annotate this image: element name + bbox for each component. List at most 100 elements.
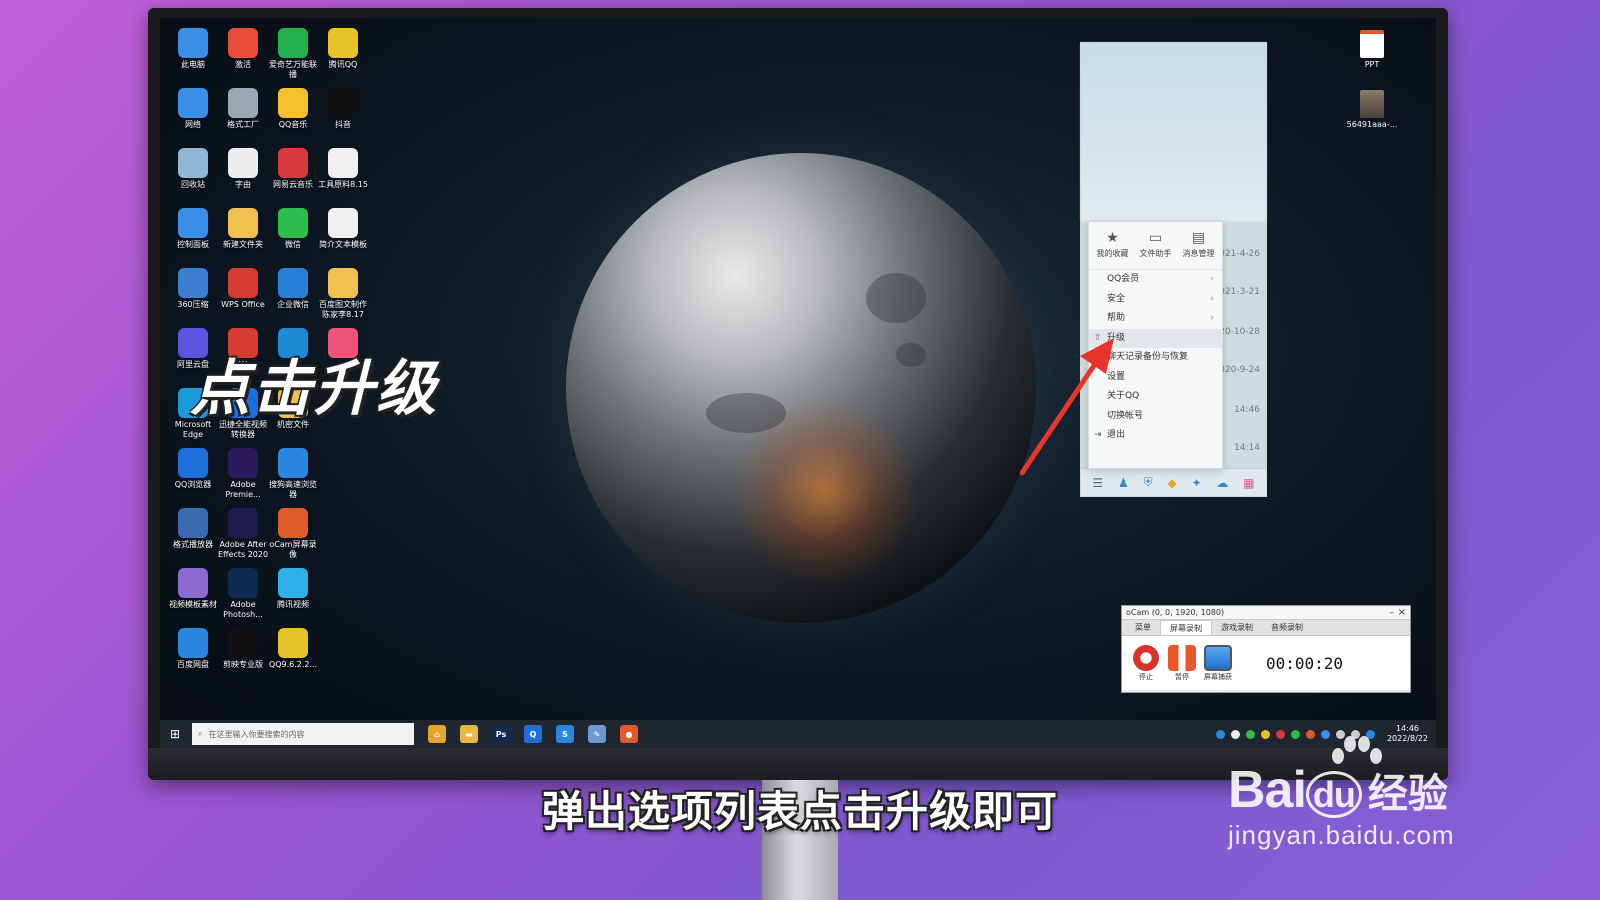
tab-screen-record[interactable]: 屏幕录制 — [1160, 620, 1212, 635]
desktop-icon[interactable]: 新建文件夹 — [216, 208, 270, 250]
taskbar-app-sogou-browser-icon[interactable]: S — [556, 725, 574, 743]
desktop-icon[interactable]: 百度图文制作陈家李8.17 — [316, 268, 370, 320]
watermark-brand-cn: 经验 — [1367, 771, 1448, 817]
desktop-icon-label: 网络 — [185, 120, 201, 129]
desktop-icon[interactable]: 格式工厂 — [216, 88, 270, 130]
desktop-icon[interactable]: 此电脑 — [166, 28, 220, 70]
desktop-icon[interactable]: 搜狗高速浏览器 — [266, 448, 320, 500]
my-favorites-button[interactable]: ★ 我的收藏 — [1093, 230, 1133, 263]
pause-icon — [1168, 644, 1196, 671]
puzzle-icon[interactable]: ✦ — [1192, 476, 1202, 490]
cloud-icon[interactable]: ☁ — [1216, 476, 1228, 490]
desktop-icon[interactable]: 剪映专业版 — [216, 628, 270, 670]
tab-menu[interactable]: 菜单 — [1126, 620, 1160, 635]
app-icon — [328, 28, 358, 58]
ocam-title: oCam (0, 0, 1920, 1080) — [1126, 608, 1225, 617]
app-icon — [328, 148, 358, 178]
desktop-icon[interactable]: 爱奇艺万能联播 — [266, 28, 320, 80]
desktop-icon-label: 激活 — [235, 60, 251, 69]
desktop-icon[interactable]: WPS Office — [216, 268, 270, 310]
file-assistant-button[interactable]: ▭ 文件助手 — [1136, 230, 1176, 263]
desktop-icon[interactable]: 控制面板 — [166, 208, 220, 250]
taskbar-app-photoshop-icon[interactable]: Ps — [492, 725, 510, 743]
desktop-icon[interactable]: Adobe After Effects 2020 — [216, 508, 270, 560]
desktop-icon[interactable]: 激活 — [216, 28, 270, 70]
menu-item-label: 安全 — [1107, 293, 1126, 304]
desktop-icon[interactable]: 视频模板素材 — [166, 568, 220, 610]
app-icon — [328, 88, 358, 118]
app-icon — [328, 268, 358, 298]
desktop-icon-ppt[interactable]: PPT — [1342, 30, 1402, 69]
desktop-icon[interactable]: 网络 — [166, 88, 220, 130]
desktop-icon[interactable]: 腾讯QQ — [316, 28, 370, 70]
desktop-icon[interactable]: 腾讯视频 — [266, 568, 320, 610]
tray-app-icon[interactable] — [1215, 729, 1225, 739]
taskbar-clock[interactable]: 14:46 2022/8/22 — [1387, 724, 1428, 744]
desktop-icon-label: 搜狗高速浏览器 — [269, 480, 317, 499]
taskbar-app-qq-browser-icon[interactable]: Q — [524, 725, 542, 743]
bookmark-icon: ★ — [1106, 230, 1119, 246]
menu-item-help[interactable]: 帮助 › — [1089, 309, 1222, 329]
screen-capture-button[interactable]: 屏幕捕获 — [1200, 644, 1236, 682]
desktop-icon[interactable]: 工具原料8.15 — [316, 148, 370, 190]
desktop-icon[interactable]: Adobe Premie... — [216, 448, 270, 500]
taskbar-app-ocam-icon[interactable]: ● — [620, 725, 638, 743]
tray-app-icon[interactable] — [1275, 729, 1285, 739]
desktop-icon — [316, 568, 370, 600]
desktop-icon[interactable]: 企业微信 — [266, 268, 320, 310]
grid-icon[interactable]: ▦ — [1243, 476, 1254, 490]
desktop-icon[interactable]: 抖音 — [316, 88, 370, 130]
desktop-icon — [316, 508, 370, 540]
desktop-icon[interactable]: 简介文本模板 — [316, 208, 370, 250]
desktop-icon[interactable]: QQ浏览器 — [166, 448, 220, 490]
menu-item-security[interactable]: 安全 › — [1089, 290, 1222, 310]
desktop-icon-label: 腾讯QQ — [328, 60, 358, 69]
desktop-icon-label: 回收站 — [181, 180, 205, 189]
windows-start-icon[interactable]: ⊞ — [160, 727, 190, 741]
tab-game-record[interactable]: 游戏录制 — [1212, 620, 1262, 635]
menu-item-qq-vip[interactable]: QQ会员 › — [1089, 270, 1222, 290]
desktop-icon[interactable]: QQ音乐 — [266, 88, 320, 130]
pause-button[interactable]: 暂停 — [1164, 644, 1200, 682]
desktop-icon[interactable]: 字由 — [216, 148, 270, 190]
app-icon[interactable]: ⛨ — [1144, 475, 1153, 490]
app-icon — [228, 508, 258, 538]
menu-item-label: 帮助 — [1107, 313, 1126, 323]
tray-app-icon[interactable] — [1230, 729, 1240, 739]
red-pointer-arrow-icon — [1019, 338, 1114, 476]
desktop-icon[interactable]: 回收站 — [166, 148, 220, 190]
tray-app-icon[interactable] — [1245, 729, 1255, 739]
desktop-icon[interactable]: QQ9.6.2.2... — [266, 628, 320, 670]
tab-audio-record[interactable]: 音频录制 — [1262, 620, 1312, 635]
tray-app-icon[interactable] — [1305, 729, 1315, 739]
taskbar-search-input[interactable]: ⌕ 在这里输入你要搜索的内容 — [192, 723, 414, 745]
desktop-icon[interactable]: 360压缩 — [166, 268, 220, 310]
desktop-icon-label: 抖音 — [335, 120, 351, 129]
desktop-icon[interactable]: 网易云音乐 — [266, 148, 320, 190]
message-manager-button[interactable]: ▤ 消息管理 — [1179, 230, 1219, 263]
desktop-icon-image[interactable]: 56491aaa-... — [1342, 90, 1402, 129]
game-icon[interactable]: ◆ — [1167, 476, 1176, 490]
desktop-icon[interactable]: 微信 — [266, 208, 320, 250]
app-icon — [328, 448, 358, 478]
close-icon[interactable]: × — [1398, 606, 1406, 620]
taskbar-app-explorer-icon[interactable]: ▬ — [460, 725, 478, 743]
app-icon — [178, 568, 208, 598]
desktop-icon[interactable]: Adobe Photosh... — [216, 568, 270, 620]
app-icon — [178, 508, 208, 538]
app-icon — [178, 628, 208, 658]
desktop-icon[interactable]: 格式播放器 — [166, 508, 220, 550]
app-icon — [228, 268, 258, 298]
tray-app-icon[interactable] — [1290, 729, 1300, 739]
stop-button[interactable]: 停止 — [1128, 644, 1164, 682]
desktop-icon[interactable]: 百度网盘 — [166, 628, 220, 670]
taskbar-app-store-icon[interactable]: ⌂ — [428, 725, 446, 743]
app-icon — [328, 508, 358, 538]
taskbar-app-notes-icon[interactable]: ✎ — [588, 725, 606, 743]
desktop-icon-label: Adobe After Effects 2020 — [217, 540, 269, 559]
tray-app-icon[interactable] — [1260, 729, 1270, 739]
desktop-icon-label: 简介文本模板 — [319, 240, 367, 249]
desktop-icon-label: 格式工厂 — [227, 120, 259, 129]
minimize-icon[interactable]: – — [1390, 606, 1395, 620]
desktop-icon[interactable]: oCam屏幕录像 — [266, 508, 320, 560]
